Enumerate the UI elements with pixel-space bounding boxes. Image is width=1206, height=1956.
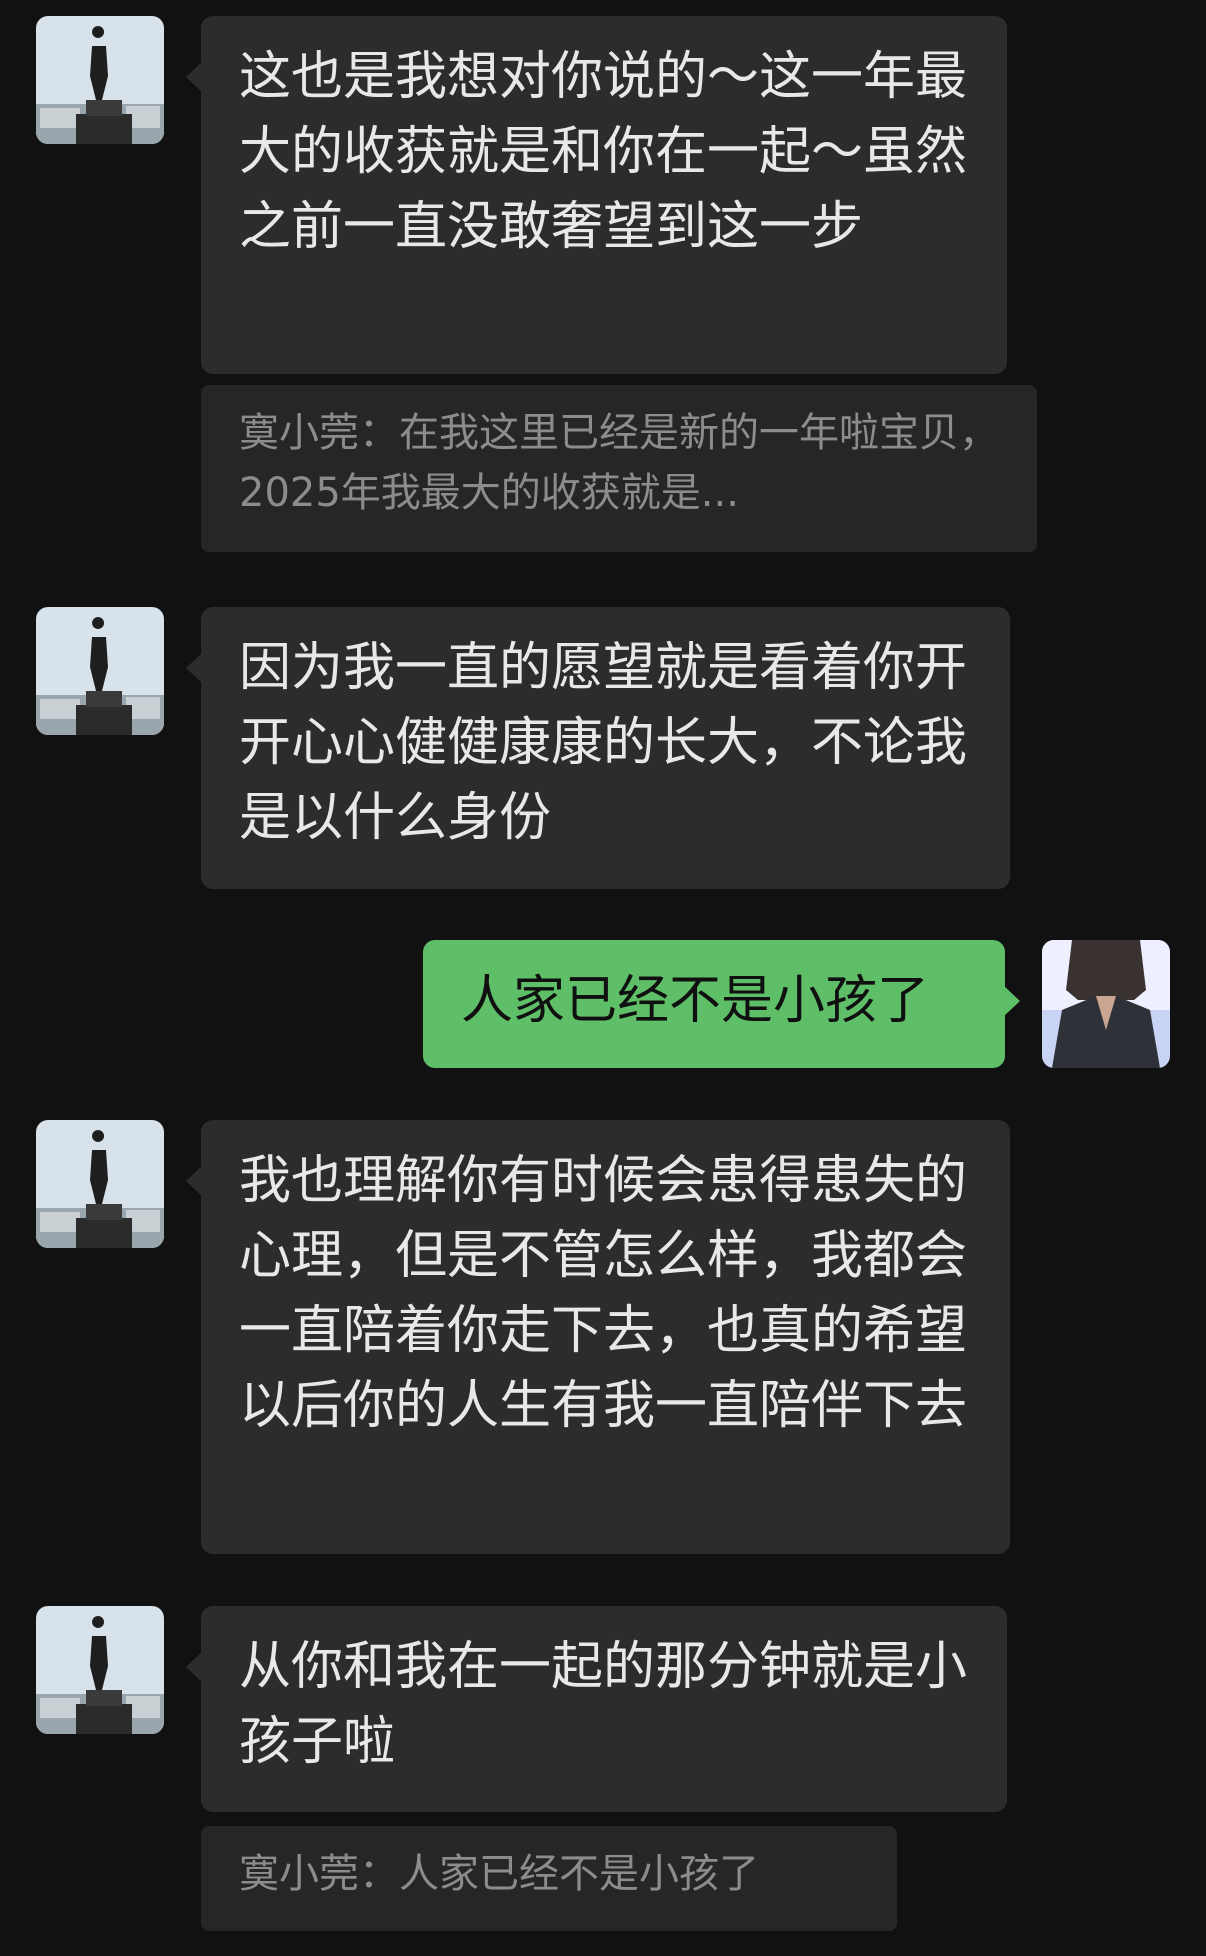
- contact-avatar[interactable]: [36, 607, 164, 735]
- contact-avatar[interactable]: [36, 16, 164, 144]
- quoted-message[interactable]: 寞小莞：人家已经不是小孩了: [201, 1826, 897, 1931]
- quote-text: 寞小莞：人家已经不是小孩了: [239, 1851, 759, 1897]
- statue-avatar-image: [36, 16, 164, 144]
- message-bubble-incoming[interactable]: 从你和我在一起的那分钟就是小孩子啦: [186, 1606, 1007, 1812]
- statue-avatar-image: [36, 607, 164, 735]
- chat-message-list[interactable]: 这也是我想对你说的～这一年最大的收获就是和你在一起～虽然之前一直没敢奢望到这一步…: [0, 0, 1206, 1956]
- message-text: 这也是我想对你说的～这一年最大的收获就是和你在一起～虽然之前一直没敢奢望到这一步: [239, 47, 968, 257]
- self-avatar[interactable]: [1042, 940, 1170, 1068]
- statue-avatar-image: [36, 1120, 164, 1248]
- statue-avatar-image: [36, 1606, 164, 1734]
- message-text: 人家已经不是小孩了: [461, 971, 930, 1031]
- message-bubble-incoming[interactable]: 因为我一直的愿望就是看着你开开心心健健康康的长大，不论我是以什么身份: [186, 607, 1010, 889]
- contact-avatar[interactable]: [36, 1120, 164, 1248]
- message-bubble-outgoing[interactable]: 人家已经不是小孩了: [423, 940, 1020, 1068]
- contact-avatar[interactable]: [36, 1606, 164, 1734]
- message-bubble-incoming[interactable]: 我也理解你有时候会患得患失的心理，但是不管怎么样，我都会一直陪着你走下去，也真的…: [186, 1120, 1010, 1554]
- person-avatar-image: [1042, 940, 1170, 1068]
- message-text: 因为我一直的愿望就是看着你开开心心健健康康的长大，不论我是以什么身份: [239, 638, 968, 848]
- message-text: 从你和我在一起的那分钟就是小孩子啦: [239, 1637, 968, 1772]
- quote-text: 寞小莞：在我这里已经是新的一年啦宝贝，2025年我最大的收获就是...: [239, 410, 999, 516]
- message-text: 我也理解你有时候会患得患失的心理，但是不管怎么样，我都会一直陪着你走下去，也真的…: [239, 1151, 968, 1436]
- quoted-message[interactable]: 寞小莞：在我这里已经是新的一年啦宝贝，2025年我最大的收获就是...: [201, 385, 1037, 552]
- message-bubble-incoming[interactable]: 这也是我想对你说的～这一年最大的收获就是和你在一起～虽然之前一直没敢奢望到这一步: [186, 16, 1007, 374]
